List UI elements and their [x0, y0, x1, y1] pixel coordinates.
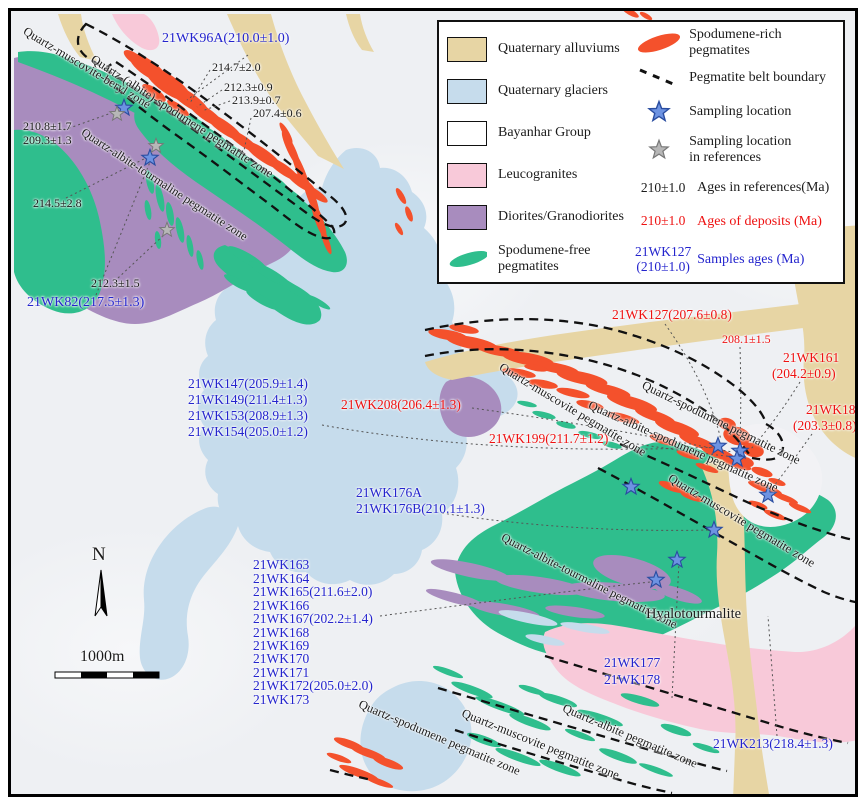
map-label-21wk149: 21WK149(211.4±1.3): [188, 392, 307, 408]
map-label-zone-spodumene-s: Quartz-spodumene pegmatite zone: [356, 697, 522, 778]
legend: Quaternary alluviums Quaternary glaciers…: [437, 20, 845, 284]
legend-right-column: Spodumene-rich pegmatites Pegmatite belt…: [633, 22, 843, 282]
map-label-zone-muscovite-beryl: Quartz-muscovite-beryl zone: [21, 24, 154, 112]
map-label-21wk96a: 21WK96A(210.0±1.0): [162, 31, 289, 47]
map-label-21wk153: 21WK153(208.9±1.3): [188, 408, 308, 424]
deposit-age-sample: 210±1.0: [633, 214, 693, 229]
map-label-21wk82: 21WK82(217.5±1.3): [27, 295, 144, 311]
legend-item-pegmatite-belt-boundary: Pegmatite belt boundary: [633, 60, 843, 94]
map-label-21wk199: 21WK199(211.7±1.2): [489, 431, 608, 447]
legend-item-quaternary-alluviums: Quaternary alluviums: [447, 28, 633, 70]
bayanhar-swatch: [447, 121, 487, 146]
spodumene-free-lens-icon: [447, 247, 487, 271]
map-label-21wk154: 21WK154(205.0±1.2): [188, 424, 308, 440]
map-label-21wk161b: (204.2±0.9): [772, 366, 836, 382]
legend-item-samples-ages: 21WK127 (210±1.0) Samples ages (Ma): [633, 238, 843, 282]
belt-boundary-dash-icon: [633, 65, 685, 91]
reference-star-icon: [633, 137, 685, 163]
map-label-age-209-3: 209.3±1.3: [23, 134, 72, 148]
legend-item-sampling-location-references: Sampling location in references: [633, 129, 843, 171]
sampling-star-icon: [633, 98, 685, 126]
map-label-zone-spodumene-e: Quartz-spodumene pegmatite zone: [640, 378, 803, 467]
legend-left-column: Quaternary alluviums Quaternary glaciers…: [439, 22, 633, 282]
geological-map-figure: N 1000m Quartz-muscovite-beryl zone Quartz-…: [0, 0, 866, 805]
map-label-scale-1000m: 1000m: [80, 648, 124, 667]
map-label-n-letter: N: [92, 544, 106, 566]
map-label-21wk213: 21WK213(218.4±1.3): [713, 736, 833, 752]
map-label-age-210-8: 210.8±1.7: [23, 120, 72, 134]
map-label-21wk176b: 21WK176B(210.1±1.3): [356, 501, 485, 517]
map-label-age-214-5: 214.5±2.8: [33, 197, 82, 211]
glacier-swatch: [447, 79, 487, 104]
legend-item-ages-of-deposits: 210±1.0 Ages of deposits (Ma): [633, 206, 843, 238]
legend-item-spodumene-rich-pegmatites: Spodumene-rich pegmatites: [633, 26, 843, 60]
legend-item-sampling-location: Sampling location: [633, 95, 843, 129]
legend-item-bayanhar-group: Bayanhar Group: [447, 112, 633, 154]
legend-item-leucogranites: Leucogranites: [447, 154, 633, 196]
map-label-21wk178: 21WK178: [604, 672, 660, 688]
map-label-21wk181b: (203.3±0.8): [793, 418, 856, 434]
map-label-21wk208: 21WK208(206.4±1.3): [341, 397, 461, 413]
legend-item-diorites-granodiorites: Diorites/Granodiorites: [447, 196, 633, 238]
map-label-21wk177: 21WK177: [604, 655, 660, 671]
reference-age-sample: 210±1.0: [633, 181, 693, 196]
map-label-age-208-1: 208.1±1.5: [722, 333, 771, 347]
map-label-age-214-7: 214.7±2.0: [212, 61, 261, 75]
legend-item-spodumene-free-pegmatites: Spodumene-free pegmatites: [447, 238, 633, 280]
diorite-swatch: [447, 205, 487, 230]
map-label-age-207-4: 207.4±0.6: [253, 107, 302, 121]
map-label-age-212-3b: 212.3±1.5: [91, 277, 140, 291]
map-label-21wk176a: 21WK176A: [356, 485, 422, 501]
sample-age-example: 21WK127 (210±1.0): [633, 245, 693, 275]
map-label-hyalotourmalite: Hyalotourmalite: [646, 606, 741, 623]
map-label-zone-muscovite-e: Quartz-muscovite pegmatite zone: [666, 471, 818, 570]
map-label-21wk181a: 21WK181: [806, 402, 856, 418]
legend-item-ages-in-references: 210±1.0 Ages in references(Ma): [633, 171, 843, 205]
spodumene-rich-lens-icon: [633, 30, 685, 56]
map-label-21wk147: 21WK147(205.9±1.4): [188, 376, 308, 392]
alluvium-swatch: [447, 37, 487, 62]
leucogranite-swatch: [447, 163, 487, 188]
map-label-21wk161a: 21WK161: [783, 350, 839, 366]
map-label-21wk127: 21WK127(207.6±0.8): [612, 307, 732, 323]
map-label-21wk173: 21WK173: [253, 692, 309, 708]
map-area: N 1000m Quartz-muscovite-beryl zone Quartz-…: [10, 10, 856, 795]
legend-item-quaternary-glaciers: Quaternary glaciers: [447, 70, 633, 112]
